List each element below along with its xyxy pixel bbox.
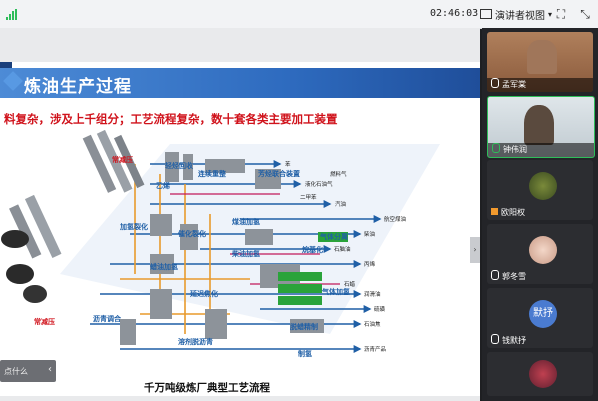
product-label: 润滑油: [364, 290, 381, 298]
unit-label: 气体加氢: [321, 287, 350, 296]
unit-label: 蜡油加氢: [150, 262, 178, 271]
meeting-toolbar: 02:46:03 演讲者视图 ▾ ⛶ ⤡: [0, 0, 598, 29]
participant-video: [527, 40, 557, 74]
exit-fullscreen-icon[interactable]: ⤡: [576, 5, 594, 23]
participant-tile-active[interactable]: 钟伟润: [487, 96, 595, 158]
unit-label: 制氢: [298, 349, 312, 358]
unit-label: 溶剂脱沥青: [178, 337, 213, 346]
host-badge-icon: [491, 208, 498, 215]
participant-name: 钱默抒: [502, 336, 526, 345]
unit-label: 连续重整: [198, 169, 226, 178]
chevron-right-icon: ›: [473, 245, 477, 254]
unit-label: 烷基化: [302, 245, 323, 254]
unit-label: 延迟焦化: [189, 289, 218, 298]
unit-label: 芳烃联合装置: [258, 169, 300, 178]
participant-video: [524, 105, 554, 145]
participant-tile[interactable]: 默抒 钱默抒: [487, 288, 593, 348]
network-signal-icon: [6, 9, 18, 20]
cube-decoration-icon: [3, 71, 23, 91]
fullscreen-icon[interactable]: ⛶: [552, 5, 570, 23]
shared-screen: 由 炼油生产过程 料复杂，涉及上千组分；工艺流程复杂，数十套各类主要加工装置: [0, 28, 480, 401]
product-label: 液化石油气: [305, 180, 333, 188]
unit-label: 轻烃回收: [165, 161, 194, 170]
presenter-view-icon: [480, 9, 492, 19]
product-label: 燃料气: [330, 170, 347, 178]
unit-label: 气体分离: [319, 232, 348, 241]
presenter-view-label: 演讲者视图: [495, 10, 545, 22]
product-label: 苯: [285, 160, 291, 168]
product-label: 硫磺: [374, 305, 386, 313]
participant-name: 孟军棠: [502, 80, 526, 89]
chevron-left-icon: ‹: [48, 364, 52, 375]
product-label: 二甲苯: [300, 193, 317, 201]
meeting-timer: 02:46:03: [430, 8, 479, 19]
participant-tile[interactable]: 郭冬雪: [487, 224, 593, 284]
participant-name: 郭冬雪: [502, 272, 526, 281]
chat-preview-text: 点什么: [4, 367, 28, 376]
product-label: 沥青产品: [364, 345, 387, 353]
product-label: 石油焦: [364, 320, 381, 328]
product-label: 石蜡: [344, 280, 356, 288]
unit-label: 脱蜡精制: [290, 322, 318, 331]
mic-icon: [491, 270, 499, 280]
participant-gallery: 孟军棠 钟伟润 欧阳权 郭冬雪 默抒 钱默抒: [482, 28, 598, 401]
avatar: [529, 360, 557, 388]
refinery-process-diagram: 常减压 常减压 轻烃回收 连续重整 芳烃联合装置 乙烯 加氢裂化 催化裂化 煤油…: [1, 129, 440, 358]
unit-label: 乙烯: [156, 181, 170, 190]
participant-tile[interactable]: 欧阳权: [487, 160, 593, 220]
avatar: 默抒: [529, 300, 557, 328]
mic-active-icon: [492, 143, 500, 153]
unit-label: 催化裂化: [178, 229, 206, 238]
mic-icon: [491, 334, 499, 344]
unit-label: 常减压: [34, 317, 55, 326]
avatar: [529, 236, 557, 264]
avatar: [529, 172, 557, 200]
unit-label: 常减压: [112, 155, 133, 164]
unit-label: 柴油加氢: [231, 249, 260, 258]
slide-title-bar: 炼油生产过程: [0, 68, 480, 98]
floating-chat-preview[interactable]: 点什么 ‹: [0, 360, 56, 382]
unit-label: 沥青调合: [93, 314, 122, 323]
mic-icon: [491, 78, 499, 88]
participant-name: 钟伟润: [503, 145, 527, 154]
collapse-sidebar-button[interactable]: ›: [470, 237, 480, 263]
product-label: 丙烯: [364, 260, 376, 268]
unit-label: 加氢裂化: [119, 222, 148, 231]
product-label: 汽油: [335, 200, 347, 208]
product-label: 石脑油: [334, 245, 351, 253]
participant-name: 欧阳权: [501, 208, 525, 217]
slide-title: 炼油生产过程: [24, 77, 132, 97]
diagram-caption: 千万吨级炼厂典型工艺流程: [144, 382, 270, 394]
unit-label: 煤油加氢: [232, 217, 260, 226]
product-label: 航空煤油: [384, 215, 407, 223]
participant-tile[interactable]: 孟军棠: [487, 32, 593, 92]
product-label: 柴油: [364, 230, 376, 238]
presenter-view-button[interactable]: 演讲者视图 ▾: [480, 5, 552, 23]
participant-tile[interactable]: [487, 352, 593, 396]
